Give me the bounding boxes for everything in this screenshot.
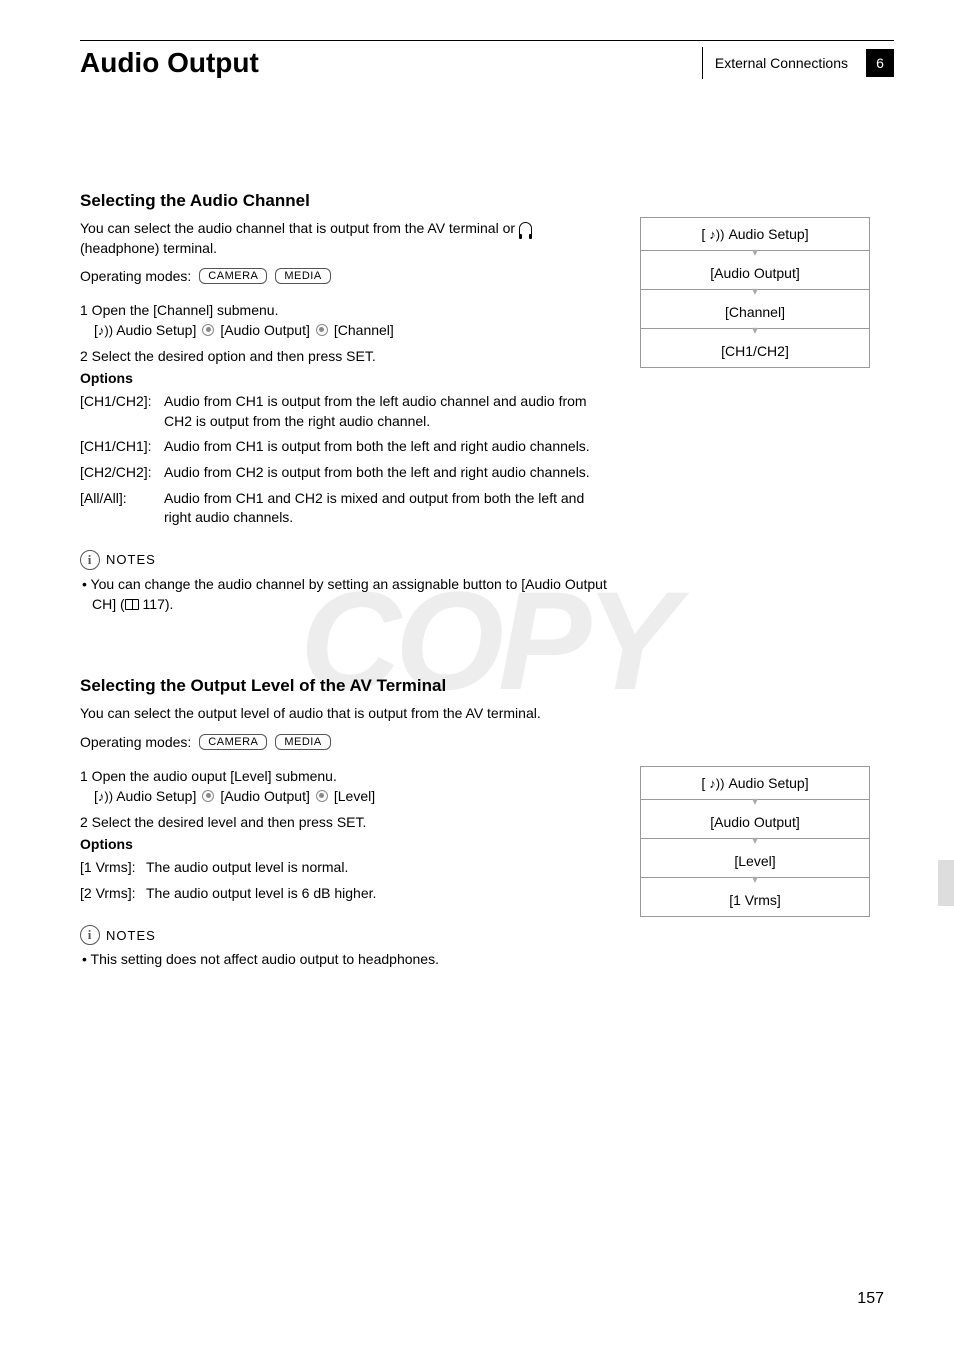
chapter-number: 6 [866,49,894,77]
notes-label: NOTES [106,928,156,943]
s2-step2: 2 Select the desired level and then pres… [80,814,610,830]
s2-options-head: Options [80,836,610,852]
option-desc: Audio from CH1 is output from both the l… [164,437,610,457]
option-desc: Audio from CH2 is output from both the l… [164,463,610,483]
notes-heading-2: i NOTES [80,925,610,945]
note-sound-icon: ♪)) [709,227,724,242]
s2-path: [♪)) Audio Setup] [Audio Output] [Level] [94,788,610,804]
s1-path-setup: Audio Setup] [116,322,196,338]
op-modes-label: Operating modes: [80,734,191,750]
option-key: [CH1/CH1]: [80,437,164,457]
menu1-item1-label: Audio Setup] [728,226,808,242]
menu2-item1-label: Audio Setup] [728,775,808,791]
section1-intro-part2: (headphone) terminal. [80,240,217,256]
s1-step1: 1 Open the [Channel] submenu. [80,302,610,318]
operating-modes-2: Operating modes: CAMERA MEDIA [80,734,610,750]
option-row: [1 Vrms]: The audio output level is norm… [80,858,610,878]
s1-step2: 2 Select the desired option and then pre… [80,348,610,364]
s1-path-output: [Audio Output] [220,322,310,338]
s2-note: • This setting does not affect audio out… [80,949,610,969]
ring-icon [316,324,328,336]
option-key: [2 Vrms]: [80,884,146,904]
ring-icon [316,790,328,802]
s1-path: [♪)) Audio Setup] [Audio Output] [Channe… [94,322,610,338]
section2-intro: You can select the output level of audio… [80,704,610,724]
option-key: [CH2/CH2]: [80,463,164,483]
section1-intro-part1: You can select the audio channel that is… [80,220,519,236]
chevron-down-icon: ▾ [641,288,869,298]
option-desc: Audio from CH1 and CH2 is mixed and outp… [164,489,610,528]
option-desc: Audio from CH1 is output from the left a… [164,392,610,431]
note-sound-icon: ♪)) [98,789,113,804]
option-desc: The audio output level is 6 dB higher. [146,884,610,904]
option-key: [All/All]: [80,489,164,528]
s2-path-output: [Audio Output] [220,788,310,804]
option-key: [1 Vrms]: [80,858,146,878]
headphone-icon [519,222,532,235]
s1-note: • You can change the audio channel by se… [80,574,610,615]
notes-label: NOTES [106,552,156,567]
book-icon [125,599,139,610]
s2-path-setup: Audio Setup] [116,788,196,804]
section1-title: Selecting the Audio Channel [80,191,610,211]
op-modes-label: Operating modes: [80,268,191,284]
category-label: External Connections [702,47,848,79]
option-desc: The audio output level is normal. [146,858,610,878]
mode-media-pill: MEDIA [275,734,330,750]
chevron-down-icon: ▾ [641,876,869,886]
ring-icon [202,790,214,802]
option-row: [All/All]: Audio from CH1 and CH2 is mix… [80,489,610,528]
option-key: [CH1/CH2]: [80,392,164,431]
option-row: [CH1/CH2]: Audio from CH1 is output from… [80,392,610,431]
section1-intro: You can select the audio channel that is… [80,219,610,258]
chevron-down-icon: ▾ [641,327,869,337]
s2-step1: 1 Open the audio ouput [Level] submenu. [80,768,610,784]
option-row: [CH1/CH1]: Audio from CH1 is output from… [80,437,610,457]
option-row: [CH2/CH2]: Audio from CH2 is output from… [80,463,610,483]
menu-panel-2: [♪)) Audio Setup] ▾ [Audio Output] ▾ [Le… [640,766,870,917]
note-sound-icon: ♪)) [709,776,724,791]
info-icon: i [80,550,100,570]
page-number: 157 [857,1290,884,1308]
page-title: Audio Output [80,47,259,79]
s2-path-level: [Level] [334,788,375,804]
menu-panel-1: [♪)) Audio Setup] ▾ [Audio Output] ▾ [Ch… [640,217,870,368]
option-row: [2 Vrms]: The audio output level is 6 dB… [80,884,610,904]
mode-camera-pill: CAMERA [199,734,267,750]
mode-camera-pill: CAMERA [199,268,267,284]
notes-heading-1: i NOTES [80,550,610,570]
side-tab [938,860,954,906]
note-sound-icon: ♪)) [98,323,113,338]
ring-icon [202,324,214,336]
section2-title: Selecting the Output Level of the AV Ter… [80,676,610,696]
chevron-down-icon: ▾ [641,798,869,808]
page-header: Audio Output External Connections 6 [80,47,894,81]
s1-options-head: Options [80,370,610,386]
s1-note-page: 117). [139,596,174,612]
menu1-item4: [CH1/CH2] [641,335,869,367]
chevron-down-icon: ▾ [641,249,869,259]
menu2-item4: [1 Vrms] [641,884,869,916]
s1-path-channel: [Channel] [334,322,394,338]
chevron-down-icon: ▾ [641,837,869,847]
mode-media-pill: MEDIA [275,268,330,284]
info-icon: i [80,925,100,945]
operating-modes-1: Operating modes: CAMERA MEDIA [80,268,610,284]
